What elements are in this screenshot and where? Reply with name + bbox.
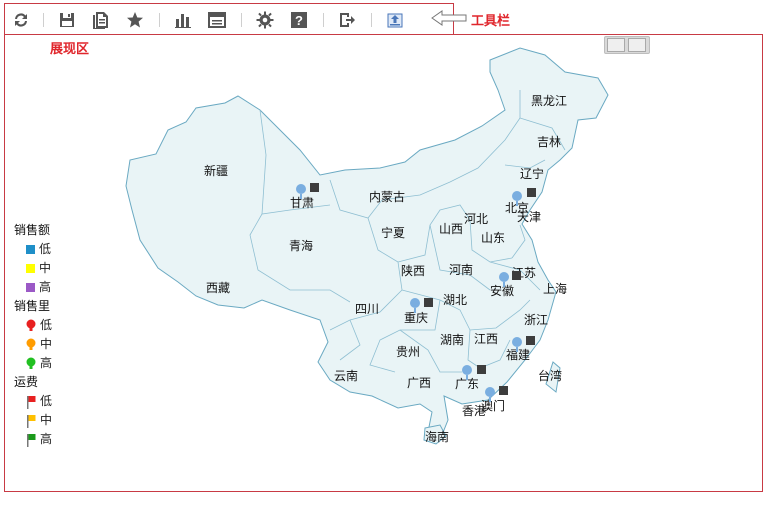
province-label: 福建 xyxy=(506,347,530,362)
province-label: 湖北 xyxy=(443,292,467,307)
legend-item: 中 xyxy=(14,411,52,430)
province-label: 山东 xyxy=(481,231,505,245)
province-label: 贵州 xyxy=(396,345,420,359)
square-swatch-icon xyxy=(26,264,35,273)
legend-item: 中 xyxy=(14,335,52,354)
province-label: 云南 xyxy=(334,368,358,383)
legend-item-label: 高 xyxy=(40,356,53,370)
province-label: 宁夏 xyxy=(381,225,405,240)
province-label: 江西 xyxy=(474,332,498,346)
legend-title-freight: 运费 xyxy=(14,375,39,389)
legend-item: 低 xyxy=(14,240,52,259)
flag-icon xyxy=(27,395,36,409)
bulb-icon xyxy=(26,357,36,369)
province-label: 广西 xyxy=(407,376,431,390)
square-swatch-icon xyxy=(26,283,35,292)
legend-item: 低 xyxy=(14,392,52,411)
province-label: 河南 xyxy=(449,262,473,277)
province-label: 新疆 xyxy=(204,163,228,178)
legend-item: 低 xyxy=(14,316,52,335)
legend-item-label: 低 xyxy=(40,318,53,332)
legend-item-label: 中 xyxy=(40,337,53,351)
province-label: 陕西 xyxy=(401,263,425,278)
province-label: 重庆 xyxy=(404,311,428,325)
legend-item: 高 xyxy=(14,430,52,449)
bulb-icon xyxy=(26,338,36,350)
province-label: 黑龙江 xyxy=(531,94,567,108)
province-label: 青海 xyxy=(289,238,313,253)
province-label: 吉林 xyxy=(537,135,561,149)
legend-item-label: 中 xyxy=(40,413,53,427)
province-label: 湖南 xyxy=(440,332,464,347)
province-label: 天津 xyxy=(517,210,541,224)
legend-item: 高 xyxy=(14,354,52,373)
legend-item-label: 高 xyxy=(39,280,52,294)
province-label: 山西 xyxy=(439,222,463,236)
province-label: 西藏 xyxy=(206,281,230,295)
china-map: 黑龙江 吉林 辽宁 新疆 内蒙古 甘肃 北京 天津 河北 宁夏 山西 山东 青海… xyxy=(125,47,609,445)
square-swatch-icon xyxy=(26,245,35,254)
province-label: 甘肃 xyxy=(290,196,314,210)
province-label: 辽宁 xyxy=(520,166,544,181)
province-label: 内蒙古 xyxy=(369,189,405,204)
legend-item: 中 xyxy=(14,259,52,278)
province-label: 上海 xyxy=(543,281,567,296)
legend-item-label: 低 xyxy=(40,394,53,408)
legend-item-label: 高 xyxy=(40,432,53,446)
legend-item-label: 中 xyxy=(39,261,52,275)
legend-title-sales-volume: 销售里 xyxy=(14,299,51,313)
province-label: 浙江 xyxy=(524,313,548,327)
flag-icon xyxy=(27,433,36,447)
province-label: 安徽 xyxy=(490,283,514,298)
province-label: 海南 xyxy=(425,429,449,444)
province-label: 香港 xyxy=(462,404,486,418)
province-label: 台湾 xyxy=(538,368,562,383)
flag-icon xyxy=(27,414,36,428)
legend-title-sales-amount: 销售额 xyxy=(14,223,51,237)
province-label: 河北 xyxy=(464,212,488,226)
map-legend: 销售额 低 中 高 销售里 低 中 高 运费 低 中 高 xyxy=(14,221,52,449)
province-label: 四川 xyxy=(355,302,379,316)
legend-item-label: 低 xyxy=(39,242,52,256)
legend-item: 高 xyxy=(14,278,52,297)
bulb-icon xyxy=(26,319,36,331)
